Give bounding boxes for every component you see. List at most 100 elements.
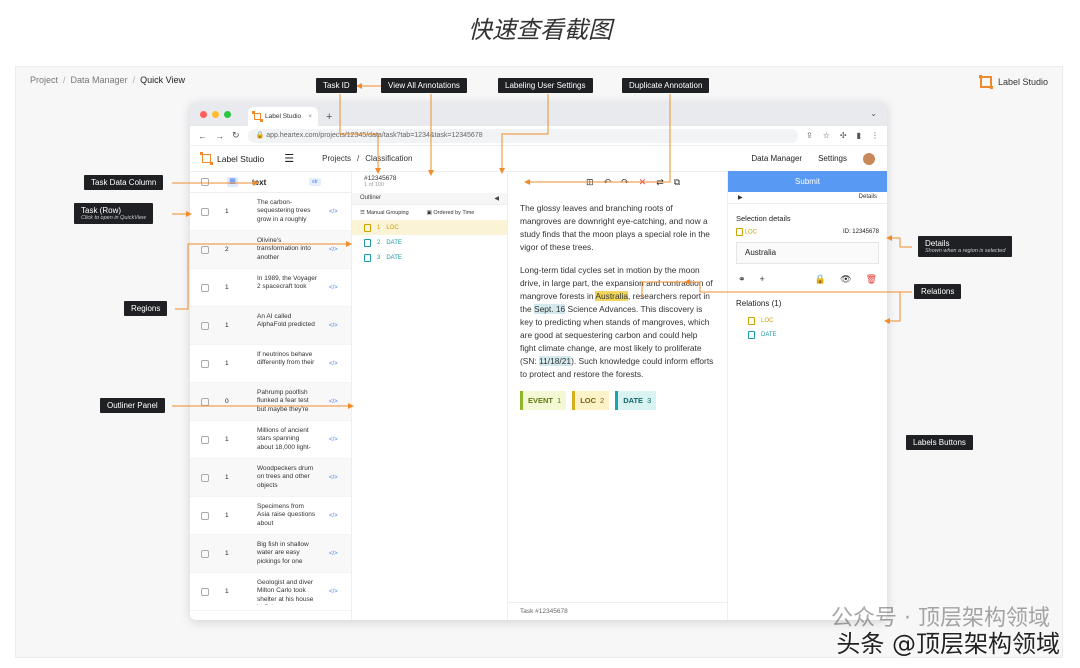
manual-grouping-toggle[interactable]: ☰ Manual Grouping [360, 210, 409, 216]
row-checkbox[interactable] [201, 283, 209, 292]
table-row[interactable]: 1 In 1989, the Voyager 2 spacecraft took <… [190, 269, 351, 307]
breadcrumb-item[interactable]: Project [30, 75, 58, 85]
maximize-window-icon[interactable] [224, 111, 231, 118]
relation-item[interactable]: LOC [728, 314, 887, 328]
row-checkbox[interactable] [201, 473, 209, 482]
add-icon[interactable]: + [760, 274, 765, 285]
new-tab-icon[interactable]: + [326, 111, 332, 123]
region-text-field[interactable]: Australia [736, 242, 879, 264]
region-highlight-loc[interactable]: Australia [595, 291, 629, 301]
table-row[interactable]: 1 The carbon-sequestering trees grow in a… [190, 193, 351, 231]
select-all-checkbox[interactable] [201, 178, 209, 186]
code-icon[interactable]: </> [329, 589, 338, 595]
more-icon[interactable]: ⋮ [871, 131, 879, 140]
code-icon[interactable]: </> [329, 475, 338, 481]
task-text-cell: Millions of ancient stars spanning about… [257, 426, 311, 451]
table-row[interactable]: 1 Specimens from Asia raise questions abo… [190, 497, 351, 535]
link-icon[interactable]: ⚭ [738, 274, 746, 285]
close-window-icon[interactable] [200, 111, 207, 118]
back-icon[interactable]: ← [198, 131, 207, 141]
label-button-date[interactable]: DATE 3 [615, 391, 657, 410]
table-row[interactable]: 1 Geologist and diver Milton Carlo took s… [190, 573, 351, 611]
app-brand[interactable]: Label Studio [200, 152, 264, 165]
minimize-window-icon[interactable] [212, 111, 219, 118]
trash-icon[interactable]: 🗑 [866, 274, 877, 285]
code-icon[interactable]: </> [329, 399, 338, 405]
region-item[interactable]: 1 LOC [352, 220, 507, 235]
collapse-icon[interactable]: ◀ [494, 195, 499, 202]
forward-icon[interactable]: → [215, 131, 224, 141]
eye-icon[interactable]: 👁 [840, 274, 851, 285]
duplicate-annotation-icon[interactable]: ⧉ [674, 177, 680, 188]
column-header-text[interactable]: text [252, 178, 266, 187]
view-all-annotations-icon[interactable]: ⊞ [586, 177, 594, 188]
code-icon[interactable]: </> [329, 209, 338, 215]
data-manager-link[interactable]: Data Manager [751, 154, 802, 163]
table-row[interactable]: 1 Millions of ancient stars spanning abou… [190, 421, 351, 459]
row-checkbox[interactable] [201, 511, 209, 520]
code-icon[interactable]: </> [329, 437, 338, 443]
region-highlight-date[interactable]: Sept. 16 [533, 304, 566, 314]
callout-labeling-user-settings: Labeling User Settings [498, 78, 593, 93]
code-icon[interactable]: </> [329, 247, 338, 253]
row-checkbox[interactable] [201, 245, 209, 254]
sidebar-icon[interactable]: ▮ [857, 131, 861, 140]
share-icon[interactable]: ⇪ [806, 131, 813, 140]
region-highlight-date[interactable]: 11/18/21 [539, 356, 572, 366]
order-by-time-toggle[interactable]: ▣ Ordered by Time [427, 210, 475, 216]
browser-tab[interactable]: Label Studio × [248, 107, 318, 126]
redo-icon[interactable]: ↷ [621, 177, 629, 188]
table-row[interactable]: 2 Olivine's transformation into another </… [190, 231, 351, 269]
watermark: 头条 @顶层架构领域 [836, 630, 1060, 658]
play-icon[interactable]: ▶ [738, 194, 743, 201]
table-row[interactable]: 1 An AI called AlphaFold predicted </> [190, 307, 351, 345]
label-studio-logo-icon [200, 152, 213, 165]
row-checkbox[interactable] [201, 207, 209, 216]
reload-icon[interactable]: ↻ [232, 130, 240, 141]
relation-item[interactable]: DATE [728, 328, 887, 342]
annotation-count: 1 [225, 550, 229, 557]
row-checkbox[interactable] [201, 549, 209, 558]
star-icon[interactable]: ☆ [823, 131, 830, 140]
row-checkbox[interactable] [201, 397, 209, 406]
avatar[interactable] [863, 152, 875, 165]
details-tab[interactable]: Details [859, 194, 877, 201]
code-icon[interactable]: </> [329, 361, 338, 367]
task-text-cell: In 1989, the Voyager 2 spacecraft took [257, 274, 317, 291]
code-icon[interactable]: </> [329, 513, 338, 519]
code-icon[interactable]: </> [329, 285, 338, 291]
region-item[interactable]: 2 DATE [352, 235, 507, 250]
submit-button[interactable]: Submit [728, 171, 887, 192]
url-field[interactable]: 🔒 app.heartex.com/projects/12345/data/ta… [247, 128, 799, 143]
label-hotkey: 1 [557, 396, 562, 405]
row-checkbox[interactable] [201, 321, 209, 330]
annotation-toolbar: ⊞ ↶ ↷ ✕ ⇄ ⧉ [426, 172, 726, 193]
extension-icon[interactable]: ✣ [840, 131, 847, 140]
table-row[interactable]: 1 Woodpeckers drum on trees and other obj… [190, 459, 351, 497]
labeling-settings-icon[interactable]: ⇄ [656, 177, 664, 188]
row-checkbox[interactable] [201, 587, 209, 596]
row-checkbox[interactable] [201, 435, 209, 444]
label-button-event[interactable]: EVENT 1 [520, 391, 567, 410]
grid-view-icon[interactable]: ▦ [227, 177, 238, 187]
nav-projects[interactable]: Projects [322, 154, 351, 163]
callout-regions: Regions [124, 301, 168, 316]
code-icon[interactable]: </> [329, 551, 338, 557]
code-icon[interactable]: </> [329, 323, 338, 329]
menu-icon[interactable]: ☰ [284, 152, 294, 165]
breadcrumb-item[interactable]: Data Manager [71, 75, 128, 85]
chevron-down-icon[interactable]: ⌄ [870, 109, 877, 118]
settings-link[interactable]: Settings [818, 154, 847, 163]
table-row[interactable]: 1 If neutrinos behave differently from th… [190, 345, 351, 383]
close-tab-icon[interactable]: × [308, 113, 312, 120]
task-text[interactable]: The glossy leaves and branching roots of… [520, 202, 715, 410]
table-row[interactable]: 1 Big fish in shallow water are easy pick… [190, 535, 351, 573]
label-button-loc[interactable]: LOC 2 [572, 391, 610, 410]
undo-icon[interactable]: ↶ [604, 177, 612, 188]
region-item[interactable]: 3 DATE [352, 250, 507, 265]
task-table: ▦ text str 1 The carbon-sequestering tree… [190, 172, 352, 620]
row-checkbox[interactable] [201, 359, 209, 368]
table-row[interactable]: 0 Pahrump poolfish flunked a fear test bu… [190, 383, 351, 421]
lock-icon[interactable]: 🔒 [815, 274, 826, 285]
reset-icon[interactable]: ✕ [639, 177, 647, 188]
